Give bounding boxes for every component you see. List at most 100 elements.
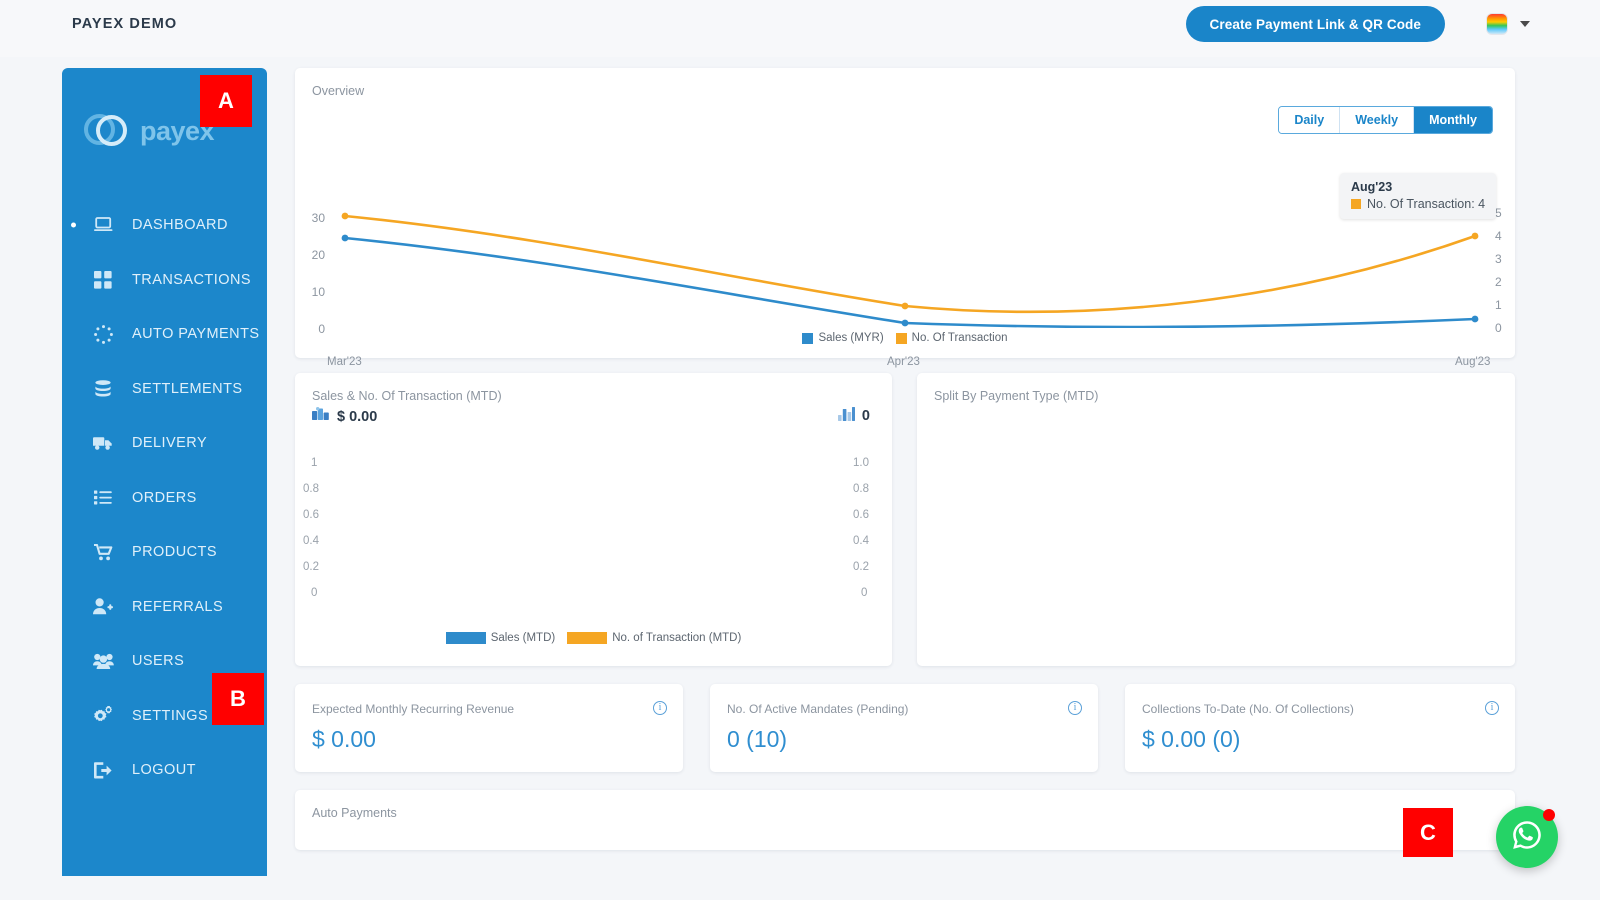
annotation-marker-a: A: [200, 75, 252, 127]
annotation-marker-c: C: [1403, 808, 1453, 857]
mtd-sales-value: $ 0.00: [337, 408, 378, 425]
sidebar-item-referrals[interactable]: REFERRALS: [62, 580, 267, 635]
main-content: Overview Daily Weekly Monthly 30 20 10 0…: [295, 68, 1515, 850]
y-axis-left-tick: 1: [311, 457, 318, 469]
laptop-icon: [90, 215, 116, 235]
sidebar-item-label: REFERRALS: [132, 598, 224, 615]
sidebar-item-delivery[interactable]: DELIVERY: [62, 416, 267, 471]
y-axis-left-tick: 0.2: [303, 561, 319, 573]
tooltip-series-value: No. Of Transaction: 4: [1367, 197, 1486, 211]
legend-label: No. Of Transaction: [911, 332, 1008, 344]
info-icon[interactable]: i: [1068, 701, 1082, 715]
list-icon: [90, 488, 116, 508]
stat-value: $ 0.00: [312, 726, 376, 752]
cart-icon: [90, 542, 116, 562]
sidebar-item-label: LOGOUT: [132, 762, 196, 779]
info-icon[interactable]: i: [1485, 701, 1499, 715]
sidebar-item-label: SETTINGS: [132, 707, 209, 724]
sales-transactions-mtd-card: Sales & No. Of Transaction (MTD) $ 0.00 …: [295, 373, 892, 666]
legend-item-sales-mtd: Sales (MTD): [445, 632, 556, 644]
sidebar-item-label: DASHBOARD: [132, 217, 228, 234]
row-mtd-split: Sales & No. Of Transaction (MTD) $ 0.00 …: [295, 373, 1515, 666]
stat-card-expected-mrr: Expected Monthly Recurring Revenue i $ 0…: [295, 684, 683, 772]
stat-value: 0 (10): [727, 726, 788, 752]
legend-swatch: [802, 332, 814, 344]
legend-item-transactions: No. Of Transaction: [895, 332, 1008, 344]
legend-item-transactions-mtd: No. of Transaction (MTD): [567, 632, 741, 644]
y-axis-right-tick: 0.6: [853, 509, 869, 521]
y-axis-right-tick: 0: [861, 587, 868, 599]
stat-value: $ 0.00 (0): [1142, 726, 1241, 752]
user-plus-icon: [90, 597, 116, 617]
sidebar-item-label: PRODUCTS: [132, 544, 217, 561]
legend-label: Sales (MTD): [490, 632, 556, 644]
whatsapp-icon: [1510, 818, 1544, 857]
sidebar-item-dashboard[interactable]: DASHBOARD: [62, 198, 267, 253]
sidebar-item-label: AUTO PAYMENTS: [132, 326, 260, 343]
y-axis-left-tick: 0.6: [303, 509, 319, 521]
sidebar-item-settlements[interactable]: SETTLEMENTS: [62, 362, 267, 417]
create-payment-link-button[interactable]: Create Payment Link & QR Code: [1185, 6, 1445, 42]
y-axis-right-tick: 0.8: [853, 483, 869, 495]
overview-chart-card: Overview Daily Weekly Monthly 30 20 10 0…: [295, 68, 1515, 368]
sidebar-item-auto-payments[interactable]: AUTO PAYMENTS: [62, 307, 267, 362]
stat-label: No. Of Active Mandates (Pending): [727, 702, 909, 716]
stat-card-active-mandates: No. Of Active Mandates (Pending) i 0 (10…: [710, 684, 1098, 772]
sidebar-item-orders[interactable]: ORDERS: [62, 471, 267, 526]
sidebar-item-products[interactable]: PRODUCTS: [62, 525, 267, 580]
overview-plot-area: 30 20 10 0 5 4 3 2 1 0 Mar'23 Apr'23 Aug…: [295, 128, 1515, 368]
info-icon[interactable]: i: [653, 701, 667, 715]
sidebar-item-label: SETTLEMENTS: [132, 380, 243, 397]
row-auto-payments: Auto Payments: [295, 790, 1515, 850]
sidebar: payex DASHBOARD TRANSACTIONS AUTO PAYMEN…: [62, 68, 267, 876]
mtd-transactions-value: 0: [861, 408, 870, 424]
mtd-card-title: Sales & No. Of Transaction (MTD): [312, 389, 502, 403]
mtd-sales-value-group: $ 0.00: [312, 407, 377, 426]
auto-payments-card: Auto Payments: [295, 790, 1515, 850]
database-icon: [90, 379, 116, 399]
split-card-title: Split By Payment Type (MTD): [934, 389, 1099, 403]
mtd-plot-area: 1 0.8 0.6 0.4 0.2 0 1.0 0.8 0.6 0.4 0.2 …: [295, 457, 892, 612]
x-axis-tick: Apr'23: [887, 356, 920, 368]
users-icon: [90, 651, 116, 671]
dotted-circle-icon: [90, 324, 116, 344]
stat-label: Expected Monthly Recurring Revenue: [312, 702, 515, 716]
logout-icon: [90, 760, 116, 780]
chart-tooltip: Aug'23 No. Of Transaction: 4: [1340, 173, 1497, 219]
avatar[interactable]: [1486, 13, 1508, 35]
tooltip-title: Aug'23: [1351, 180, 1393, 194]
y-axis-right-tick: 1.0: [853, 457, 869, 469]
stat-card-collections-to-date: Collections To-Date (No. Of Collections)…: [1125, 684, 1515, 772]
y-axis-left-tick: 0.8: [303, 483, 319, 495]
top-bar: PAYEX DEMO Create Payment Link & QR Code: [0, 0, 1600, 57]
y-axis-left-tick: 0: [311, 587, 318, 599]
gears-icon: [90, 706, 116, 726]
account-menu[interactable]: [1486, 13, 1530, 35]
truck-icon: [90, 433, 116, 453]
sidebar-item-transactions[interactable]: TRANSACTIONS: [62, 253, 267, 308]
chevron-down-icon[interactable]: [1520, 21, 1530, 27]
annotation-marker-b: B: [212, 673, 264, 725]
stat-label: Collections To-Date (No. Of Collections): [1142, 702, 1354, 716]
legend-label: Sales (MYR): [818, 332, 884, 344]
sidebar-item-label: TRANSACTIONS: [132, 271, 251, 288]
money-stack-icon: [312, 407, 329, 426]
y-axis-right-tick: 0.4: [853, 535, 869, 547]
overview-title: Overview: [312, 84, 365, 98]
legend-swatch: [567, 632, 608, 644]
grid-icon: [90, 270, 116, 290]
sidebar-item-logout[interactable]: LOGOUT: [62, 743, 267, 798]
page-title: PAYEX DEMO: [72, 16, 178, 32]
legend-label: No. of Transaction (MTD): [612, 632, 742, 644]
app-root: PAYEX DEMO Create Payment Link & QR Code…: [0, 0, 1600, 900]
overview-line-chart: [341, 212, 1479, 328]
sidebar-item-label: DELIVERY: [132, 435, 208, 452]
notification-badge-dot: [1543, 809, 1555, 821]
whatsapp-chat-button[interactable]: [1496, 806, 1558, 868]
sidebar-item-label: ORDERS: [132, 489, 197, 506]
tooltip-series-swatch: [1351, 199, 1361, 209]
x-axis-tick: Mar'23: [327, 356, 362, 368]
active-indicator-dot: [71, 222, 76, 228]
mtd-transactions-value-group: 0: [837, 407, 870, 425]
y-axis-left-tick: 0.4: [303, 535, 319, 547]
